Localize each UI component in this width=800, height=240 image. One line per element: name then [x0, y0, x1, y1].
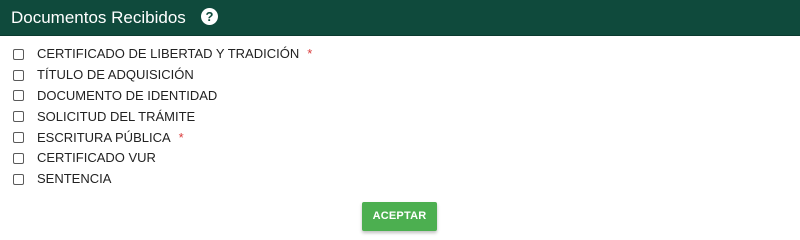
document-item-sentencia[interactable]: SENTENCIA — [13, 169, 783, 190]
header-bar: Documentos Recibidos ? — [0, 0, 800, 36]
document-item-certificado-libertad[interactable]: CERTIFICADO DE LIBERTAD Y TRADICIÓN * — [13, 44, 783, 65]
checkbox[interactable] — [13, 132, 24, 144]
documents-checklist: CERTIFICADO DE LIBERTAD Y TRADICIÓN * TÍ… — [13, 44, 783, 190]
document-item-documento-identidad[interactable]: DOCUMENTO DE IDENTIDAD — [13, 86, 783, 107]
document-item-escritura-publica[interactable]: ESCRITURA PÚBLICA * — [13, 127, 783, 148]
page-title: Documentos Recibidos — [11, 8, 186, 27]
checkbox[interactable] — [13, 173, 24, 185]
checkbox[interactable] — [13, 152, 24, 164]
document-label: DOCUMENTO DE IDENTIDAD — [37, 87, 218, 103]
checkbox[interactable] — [13, 111, 24, 123]
required-asterisk: * — [178, 129, 184, 145]
document-label: CERTIFICADO DE LIBERTAD Y TRADICIÓN — [37, 46, 300, 62]
checkbox[interactable] — [13, 69, 24, 81]
required-asterisk: * — [307, 46, 313, 62]
checkbox[interactable] — [13, 90, 24, 102]
help-question-icon[interactable]: ? — [201, 8, 218, 25]
document-label: SOLICITUD DEL TRÁMITE — [37, 108, 196, 124]
document-label: SENTENCIA — [37, 171, 112, 187]
document-item-solicitud-tramite[interactable]: SOLICITUD DEL TRÁMITE — [13, 106, 783, 127]
document-item-certificado-vur[interactable]: CERTIFICADO VUR — [13, 148, 783, 169]
checkbox[interactable] — [13, 48, 24, 60]
document-label: ESCRITURA PÚBLICA — [37, 129, 171, 145]
document-label: CERTIFICADO VUR — [37, 150, 156, 166]
document-item-titulo-adquisicion[interactable]: TÍTULO DE ADQUISICIÓN — [13, 65, 783, 86]
document-label: TÍTULO DE ADQUISICIÓN — [37, 67, 194, 83]
accept-button[interactable]: ACEPTAR — [362, 202, 437, 231]
